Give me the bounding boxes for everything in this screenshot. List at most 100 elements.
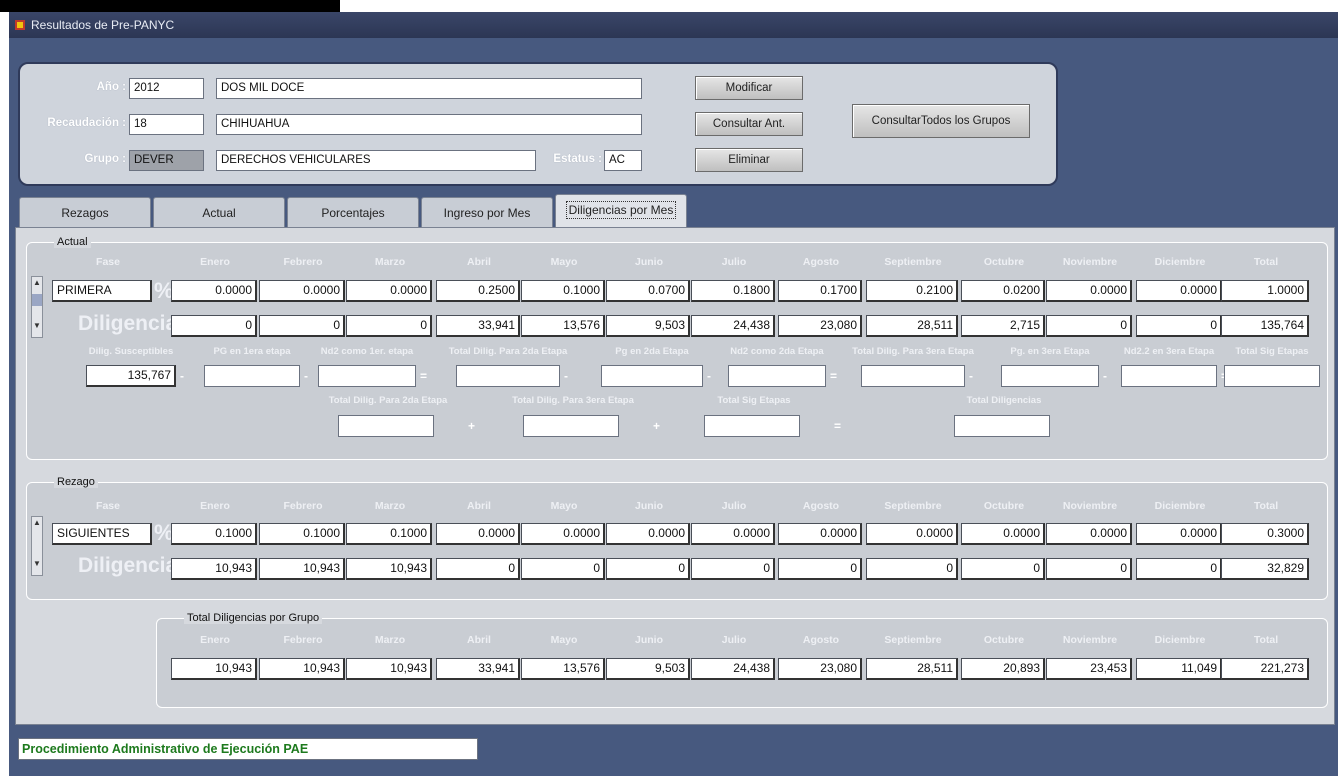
actual-pct-marzo[interactable]: 0.0000: [346, 280, 432, 302]
actual-pct-total[interactable]: 1.0000: [1221, 280, 1309, 302]
consultar-todos-button[interactable]: ConsultarTodos los Grupos: [852, 104, 1030, 138]
actual-dil-febrero[interactable]: 0: [259, 315, 345, 337]
rezago-dil-marzo[interactable]: 10,943: [346, 558, 432, 580]
total-grupo-enero[interactable]: 10,943: [171, 658, 257, 680]
dilig-susceptibles-field[interactable]: 135,767: [86, 365, 176, 387]
calc-field-3[interactable]: [456, 365, 560, 387]
total-grupo-marzo[interactable]: 10,943: [346, 658, 432, 680]
calc-field-2[interactable]: [318, 365, 416, 387]
actual-scrollbar[interactable]: ▲ ▼: [31, 276, 43, 338]
total-grupo-septiembre[interactable]: 28,511: [866, 658, 958, 680]
calc-field-7[interactable]: [1001, 365, 1099, 387]
rezago-pct-julio[interactable]: 0.0000: [691, 523, 775, 545]
actual-dil-agosto[interactable]: 23,080: [778, 315, 862, 337]
rezago-dil-total[interactable]: 32,829: [1221, 558, 1309, 580]
total-grupo-julio[interactable]: 24,438: [691, 658, 775, 680]
anio-field[interactable]: 2012: [129, 78, 204, 99]
calc-field-1[interactable]: [204, 365, 300, 387]
scroll-down-icon[interactable]: ▼: [32, 320, 42, 331]
rezago-pct-octubre[interactable]: 0.0000: [961, 523, 1045, 545]
actual-dil-junio[interactable]: 9,503: [606, 315, 690, 337]
grupo-field[interactable]: DEVER: [129, 150, 204, 171]
rezago-dil-septiembre[interactable]: 0: [866, 558, 958, 580]
rezago-pct-agosto[interactable]: 0.0000: [778, 523, 862, 545]
scroll-up-icon[interactable]: ▲: [32, 517, 42, 528]
anio-desc-field[interactable]: DOS MIL DOCE: [216, 78, 642, 99]
eliminar-button[interactable]: Eliminar: [695, 148, 803, 172]
rezago-pct-diciembre[interactable]: 0.0000: [1136, 523, 1222, 545]
actual-dil-julio[interactable]: 24,438: [691, 315, 775, 337]
tab-ingreso-por-mes[interactable]: Ingreso por Mes: [421, 197, 553, 227]
actual-pct-mayo[interactable]: 0.1000: [521, 280, 605, 302]
rezago-dil-mayo[interactable]: 0: [521, 558, 605, 580]
actual-pct-febrero[interactable]: 0.0000: [259, 280, 345, 302]
rezago-pct-septiembre[interactable]: 0.0000: [866, 523, 958, 545]
actual-dil-total[interactable]: 135,764: [1221, 315, 1309, 337]
actual-pct-abril[interactable]: 0.2500: [436, 280, 520, 302]
rezago-dil-febrero[interactable]: 10,943: [259, 558, 345, 580]
rezago-dil-diciembre[interactable]: 0: [1136, 558, 1222, 580]
rezago-pct-junio[interactable]: 0.0000: [606, 523, 690, 545]
total-field-3[interactable]: [954, 415, 1050, 437]
tab-rezagos[interactable]: Rezagos: [19, 197, 151, 227]
actual-dil-noviembre[interactable]: 0: [1046, 315, 1132, 337]
rezago-dil-junio[interactable]: 0: [606, 558, 690, 580]
actual-pct-junio[interactable]: 0.0700: [606, 280, 690, 302]
actual-dil-mayo[interactable]: 13,576: [521, 315, 605, 337]
actual-pct-noviembre[interactable]: 0.0000: [1046, 280, 1132, 302]
recaudacion-field[interactable]: 18: [129, 114, 204, 135]
rezago-dil-agosto[interactable]: 0: [778, 558, 862, 580]
calc-field-9[interactable]: [1224, 365, 1320, 387]
rezago-pct-abril[interactable]: 0.0000: [436, 523, 520, 545]
total-grupo-total[interactable]: 221,273: [1221, 658, 1309, 680]
recaudacion-desc-field[interactable]: CHIHUAHUA: [216, 114, 642, 135]
consultar-ant-button[interactable]: Consultar Ant.: [695, 112, 803, 136]
rezago-pct-enero[interactable]: 0.1000: [171, 523, 257, 545]
total-grupo-febrero[interactable]: 10,943: [259, 658, 345, 680]
scroll-down-icon[interactable]: ▼: [32, 558, 42, 569]
rezago-dil-enero[interactable]: 10,943: [171, 558, 257, 580]
total-grupo-noviembre[interactable]: 23,453: [1046, 658, 1132, 680]
tab-porcentajes[interactable]: Porcentajes: [287, 197, 419, 227]
scroll-thumb[interactable]: [32, 294, 42, 306]
total-field-0[interactable]: [338, 415, 434, 437]
rezago-dil-julio[interactable]: 0: [691, 558, 775, 580]
rezago-pct-mayo[interactable]: 0.0000: [521, 523, 605, 545]
actual-dil-abril[interactable]: 33,941: [436, 315, 520, 337]
actual-dil-enero[interactable]: 0: [171, 315, 257, 337]
actual-pct-agosto[interactable]: 0.1700: [778, 280, 862, 302]
rezago-fase-field[interactable]: SIGUIENTES: [52, 523, 152, 545]
rezago-dil-noviembre[interactable]: 0: [1046, 558, 1132, 580]
total-grupo-mayo[interactable]: 13,576: [521, 658, 605, 680]
total-grupo-diciembre[interactable]: 11,049: [1136, 658, 1222, 680]
actual-pct-julio[interactable]: 0.1800: [691, 280, 775, 302]
rezago-dil-octubre[interactable]: 0: [961, 558, 1045, 580]
modificar-button[interactable]: Modificar: [695, 76, 803, 100]
tab-diligencias-por-mes[interactable]: Diligencias por Mes: [555, 194, 687, 227]
total-field-2[interactable]: [704, 415, 800, 437]
rezago-pct-marzo[interactable]: 0.1000: [346, 523, 432, 545]
actual-dil-octubre[interactable]: 2,715: [961, 315, 1045, 337]
actual-pct-enero[interactable]: 0.0000: [171, 280, 257, 302]
estatus-field[interactable]: AC: [604, 150, 642, 171]
total-grupo-agosto[interactable]: 23,080: [778, 658, 862, 680]
total-grupo-junio[interactable]: 9,503: [606, 658, 690, 680]
actual-pct-diciembre[interactable]: 0.0000: [1136, 280, 1222, 302]
total-grupo-abril[interactable]: 33,941: [436, 658, 520, 680]
rezago-dil-abril[interactable]: 0: [436, 558, 520, 580]
total-grupo-octubre[interactable]: 20,893: [961, 658, 1045, 680]
rezago-scrollbar[interactable]: ▲ ▼: [31, 516, 43, 576]
calc-field-5[interactable]: [728, 365, 826, 387]
calc-field-8[interactable]: [1121, 365, 1217, 387]
rezago-pct-noviembre[interactable]: 0.0000: [1046, 523, 1132, 545]
calc-field-4[interactable]: [601, 365, 703, 387]
scroll-up-icon[interactable]: ▲: [32, 277, 42, 288]
actual-fase-field[interactable]: PRIMERA: [52, 280, 152, 302]
grupo-desc-field[interactable]: DERECHOS VEHICULARES: [216, 150, 536, 171]
actual-dil-diciembre[interactable]: 0: [1136, 315, 1222, 337]
actual-dil-septiembre[interactable]: 28,511: [866, 315, 958, 337]
calc-field-6[interactable]: [861, 365, 965, 387]
rezago-pct-total[interactable]: 0.3000: [1221, 523, 1309, 545]
actual-pct-septiembre[interactable]: 0.2100: [866, 280, 958, 302]
actual-pct-octubre[interactable]: 0.0200: [961, 280, 1045, 302]
